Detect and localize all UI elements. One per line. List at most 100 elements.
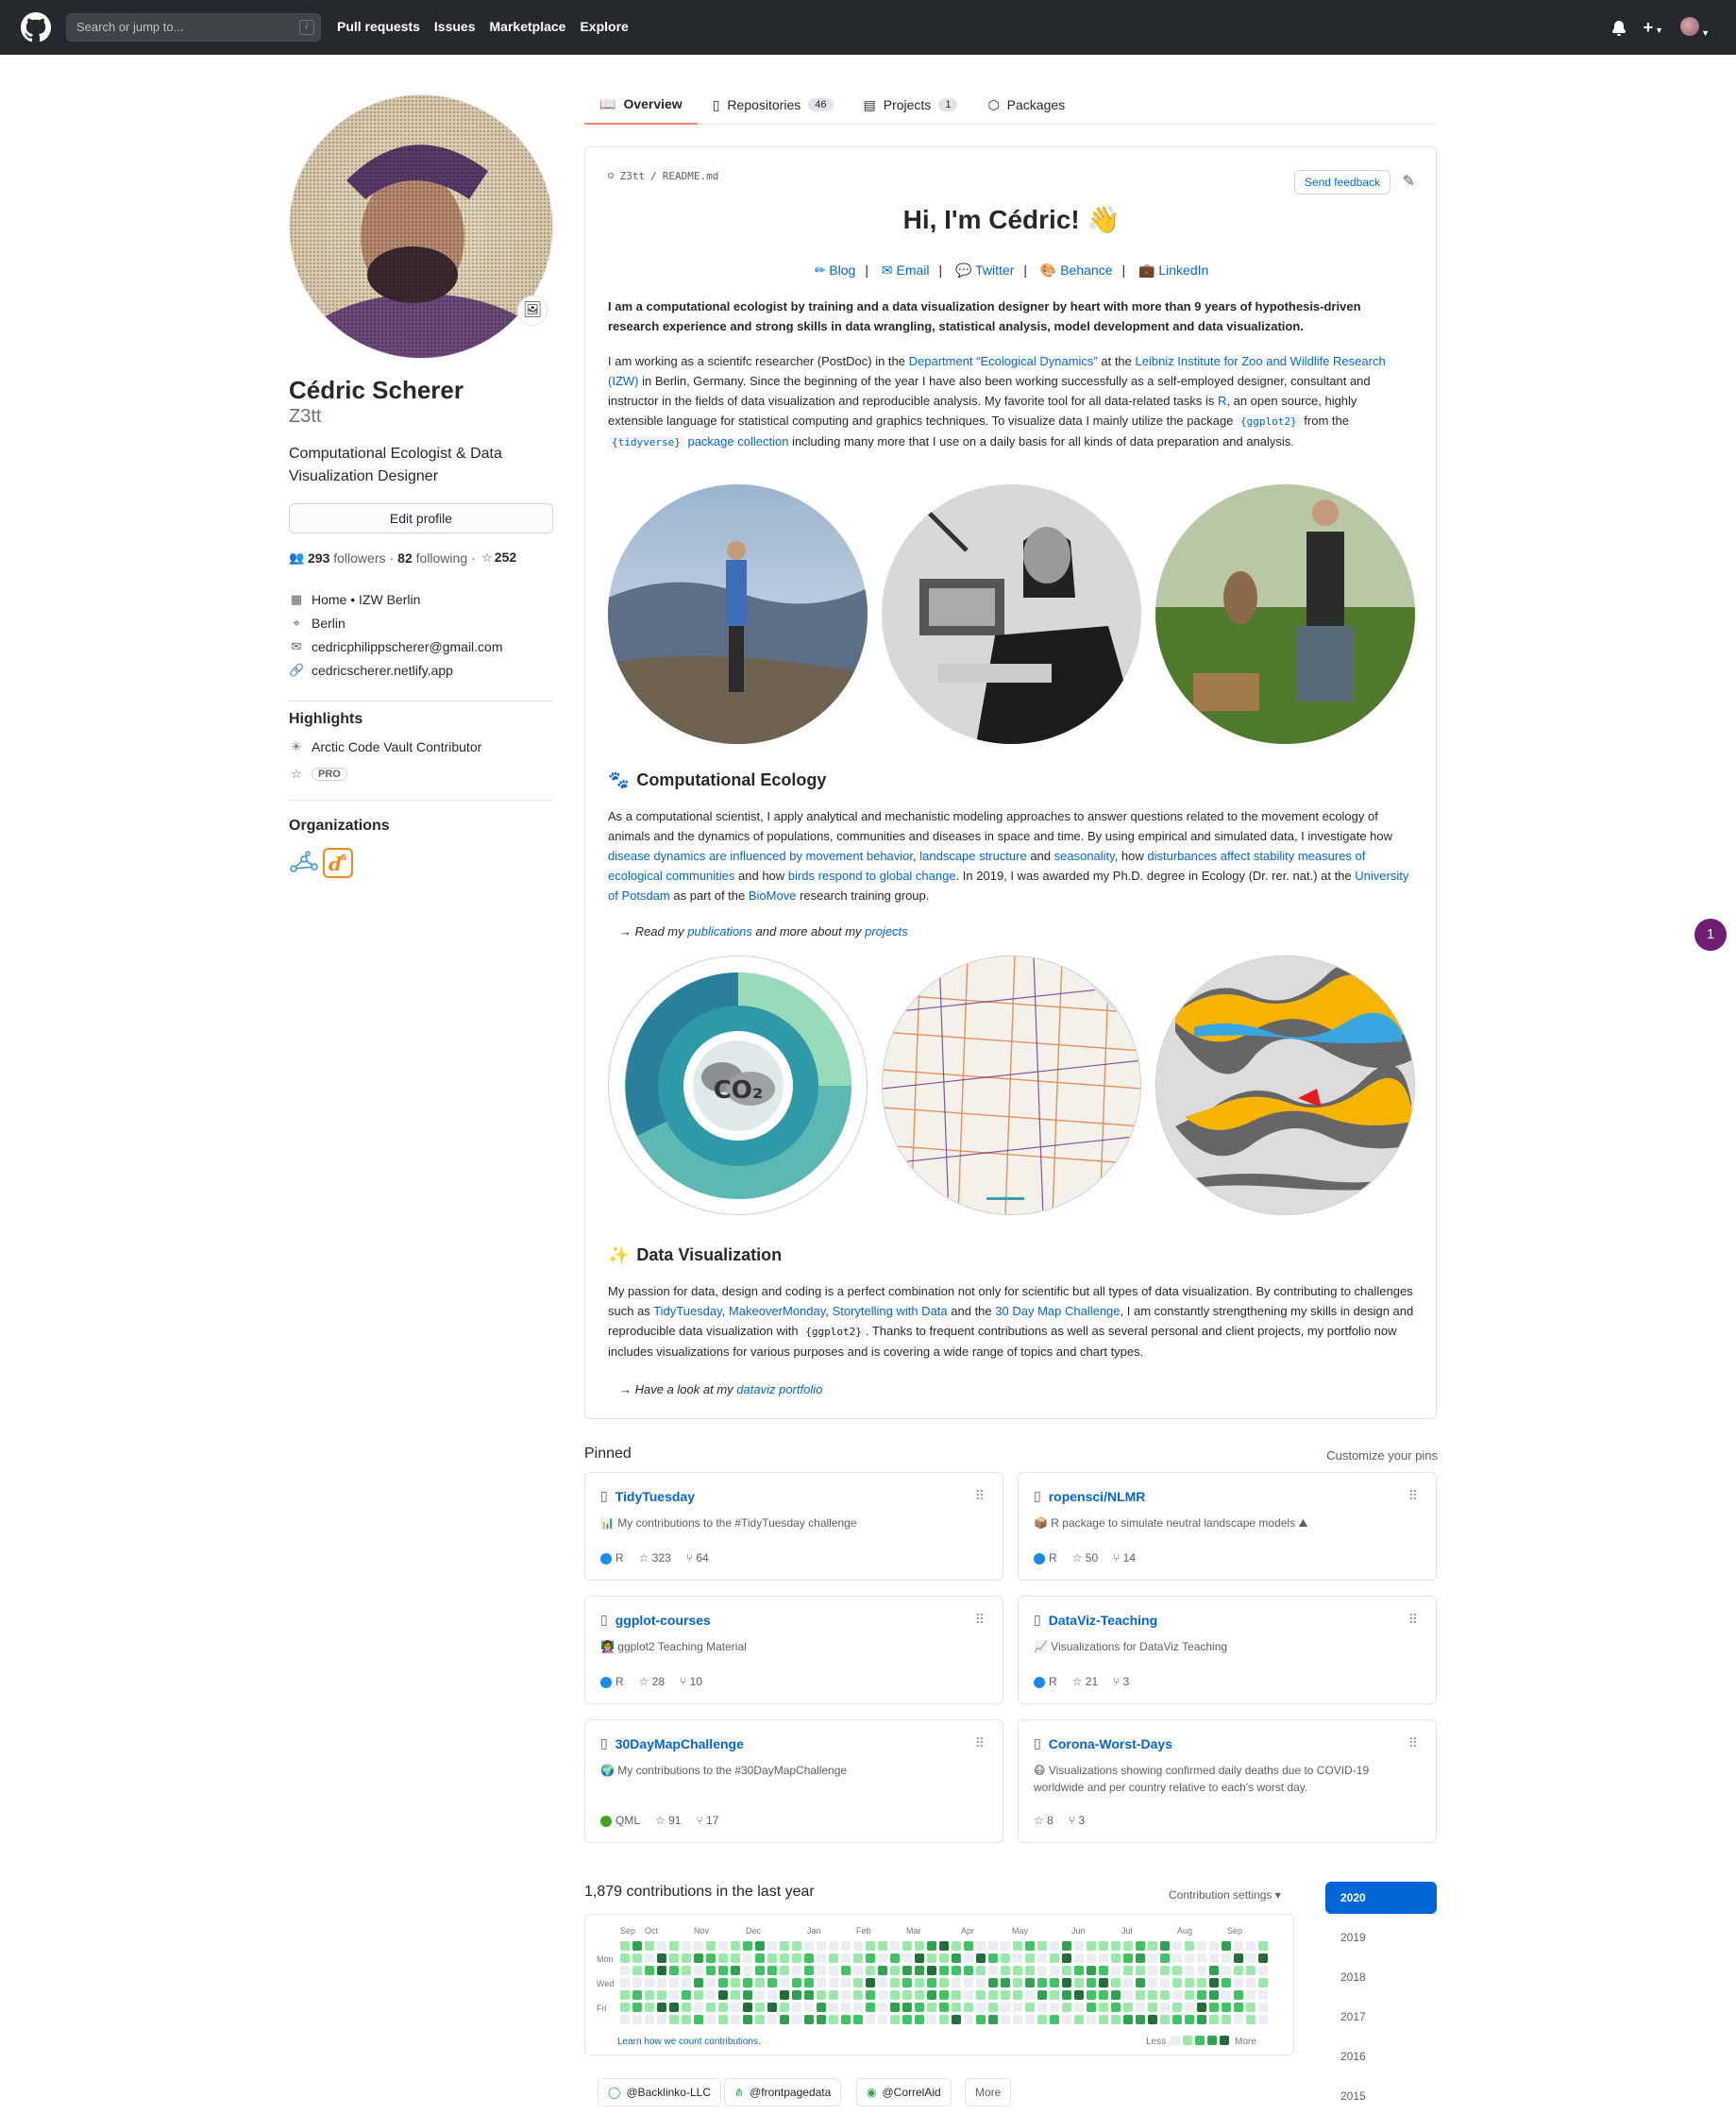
contribution-day[interactable]	[1197, 1978, 1206, 1987]
contribution-day[interactable]	[939, 1953, 949, 1963]
org-d6-avatar[interactable]: d6	[323, 848, 353, 878]
contribution-day[interactable]	[694, 1953, 703, 1963]
contribution-day[interactable]	[927, 1953, 936, 1963]
contribution-day[interactable]	[1136, 1978, 1145, 1987]
contribution-day[interactable]	[1111, 2015, 1121, 2024]
contribution-day[interactable]	[1160, 2015, 1170, 2024]
contribution-day[interactable]	[952, 2003, 961, 2012]
contribution-day[interactable]	[682, 1941, 691, 1951]
highlight-arctic-vault[interactable]: ✳ Arctic Code Vault Contributor	[289, 739, 482, 754]
contribution-day[interactable]	[792, 1978, 801, 1987]
contribution-day[interactable]	[853, 1978, 863, 1987]
contribution-day[interactable]	[1037, 1966, 1047, 1975]
contribution-day[interactable]	[866, 1941, 875, 1951]
repo-forks-link[interactable]: ⑂ 64	[686, 1551, 709, 1564]
contribution-day[interactable]	[890, 1941, 900, 1951]
contribution-day[interactable]	[632, 1978, 642, 1987]
contribution-day[interactable]	[829, 1966, 838, 1975]
contribution-day[interactable]	[718, 1941, 728, 1951]
contribution-day[interactable]	[669, 1978, 679, 1987]
drag-handle-icon[interactable]: ⠿	[1408, 1735, 1419, 1751]
contribution-day[interactable]	[1025, 1990, 1035, 2000]
contribution-day[interactable]	[1037, 1978, 1047, 1987]
contribution-day[interactable]	[927, 2003, 936, 2012]
contribution-day[interactable]	[767, 1990, 777, 2000]
contribution-day[interactable]	[1001, 1966, 1010, 1975]
repo-name-link[interactable]: ▯ Corona-Worst-Days	[1034, 1735, 1172, 1751]
dept-link[interactable]: Department “Ecological Dynamics”	[909, 354, 1098, 368]
contribution-day[interactable]	[988, 1966, 998, 1975]
contribution-day[interactable]	[1209, 1978, 1219, 1987]
contribution-day[interactable]	[988, 1941, 998, 1951]
contribution-day[interactable]	[804, 2003, 814, 2012]
contribution-day[interactable]	[976, 1990, 986, 2000]
contribution-day[interactable]	[817, 1953, 826, 1963]
drag-handle-icon[interactable]: ⠿	[975, 1735, 986, 1751]
contribution-day[interactable]	[853, 1990, 863, 2000]
contribution-day[interactable]	[890, 1953, 900, 1963]
contribution-day[interactable]	[657, 1953, 666, 1963]
contribution-day[interactable]	[1148, 1966, 1157, 1975]
contribution-day[interactable]	[731, 2015, 740, 2024]
contribution-day[interactable]	[780, 1978, 789, 1987]
contribution-day[interactable]	[1148, 2003, 1157, 2012]
contribution-day[interactable]	[1001, 1941, 1010, 1951]
contribution-day[interactable]	[620, 1978, 630, 1987]
contribution-day[interactable]	[829, 2003, 838, 2012]
contribution-day[interactable]	[841, 2015, 851, 2024]
repo-stars-link[interactable]: ☆ 21	[1072, 1675, 1098, 1688]
contribution-day[interactable]	[1209, 2015, 1219, 2024]
contribution-day[interactable]	[1062, 1966, 1071, 1975]
contribution-day[interactable]	[988, 1978, 998, 1987]
contribution-day[interactable]	[804, 1953, 814, 1963]
contribution-day[interactable]	[755, 2003, 765, 2012]
github-logo-icon[interactable]	[21, 12, 51, 42]
contribution-day[interactable]	[1013, 1953, 1022, 1963]
contribution-day[interactable]	[780, 1966, 789, 1975]
contribution-day[interactable]	[1001, 2015, 1010, 2024]
biomove-link[interactable]: BioMove	[749, 888, 797, 903]
contribution-day[interactable]	[866, 2003, 875, 2012]
contribution-day[interactable]	[841, 1978, 851, 1987]
contribution-day[interactable]	[706, 2015, 716, 2024]
year-link-2020[interactable]: 2020	[1325, 1882, 1437, 1914]
contribution-day[interactable]	[915, 2015, 924, 2024]
readme-owner-link[interactable]: Z3tt	[620, 170, 646, 182]
contribution-day[interactable]	[1172, 1978, 1182, 1987]
customize-pins-link[interactable]: Customize your pins	[1326, 1448, 1438, 1463]
contribution-day[interactable]	[988, 2003, 998, 2012]
contribution-day[interactable]	[890, 1978, 900, 1987]
pencil-icon[interactable]: ✎	[1403, 172, 1415, 191]
contribution-day[interactable]	[1197, 1990, 1206, 2000]
tab-repositories[interactable]: ▯ Repositories 46	[698, 85, 849, 125]
contribution-day[interactable]	[988, 1990, 998, 2000]
contribution-day[interactable]	[1258, 1941, 1268, 1951]
contribution-day[interactable]	[1172, 2003, 1182, 2012]
contribution-day[interactable]	[1074, 2015, 1084, 2024]
contribution-day[interactable]	[743, 2015, 752, 2024]
website-link[interactable]: cedricscherer.netlify.app	[312, 663, 453, 678]
org-filter-button[interactable]: ◯ @Backlinko-LLC	[598, 2078, 721, 2106]
contribution-day[interactable]	[657, 1978, 666, 1987]
contribution-day[interactable]	[1234, 1978, 1243, 1987]
contribution-day[interactable]	[915, 1941, 924, 1951]
contribution-day[interactable]	[878, 1990, 887, 2000]
contribution-day[interactable]	[817, 1966, 826, 1975]
contribution-day[interactable]	[1222, 1978, 1231, 1987]
contribution-day[interactable]	[1013, 1978, 1022, 1987]
contribution-day[interactable]	[792, 1953, 801, 1963]
contribution-day[interactable]	[645, 2003, 654, 2012]
contribution-day[interactable]	[902, 2003, 912, 2012]
stars-link[interactable]: ☆ 252	[480, 550, 516, 566]
contribution-day[interactable]	[1087, 2003, 1096, 2012]
user-menu-dropdown[interactable]: ▼	[1680, 17, 1710, 39]
contribution-day[interactable]	[1185, 1978, 1194, 1987]
contribution-day[interactable]	[964, 1978, 973, 1987]
contribution-day[interactable]	[988, 1953, 998, 1963]
contribution-day[interactable]	[743, 1966, 752, 1975]
contribution-day[interactable]	[645, 1953, 654, 1963]
contribution-day[interactable]	[804, 1941, 814, 1951]
contribution-day[interactable]	[964, 2015, 973, 2024]
contribution-day[interactable]	[1062, 1953, 1071, 1963]
contribution-day[interactable]	[1099, 1978, 1108, 1987]
